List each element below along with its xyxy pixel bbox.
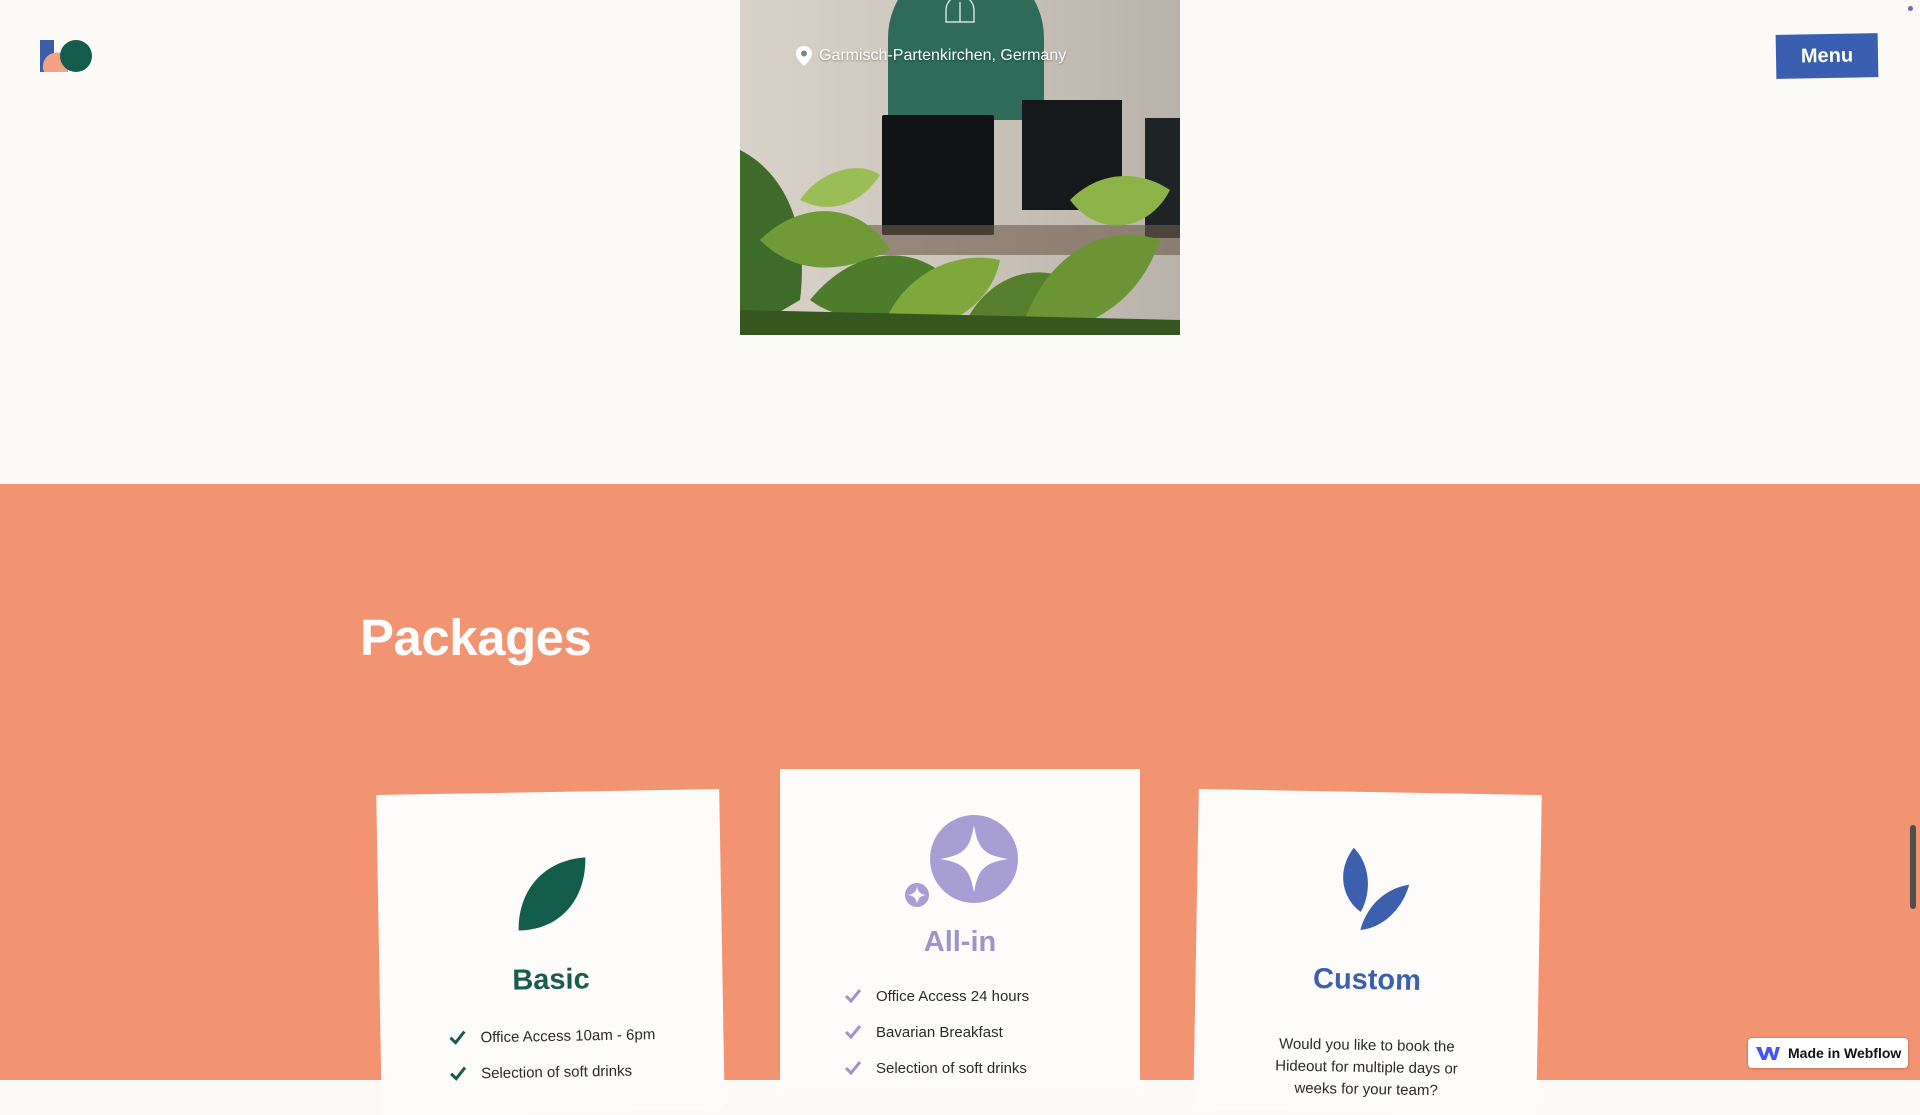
feature-text: Bavarian Breakfast — [876, 1023, 1003, 1041]
feature-list: Office Access 24 hours Bavarian Breakfas… — [844, 978, 1029, 1086]
check-icon — [844, 1061, 862, 1076]
list-item: Bavarian Breakfast — [844, 1014, 1029, 1050]
package-card-custom[interactable]: Custom Would you like to book the Hideou… — [1193, 789, 1542, 1115]
package-description: Would you like to book the Hideout for m… — [1275, 1035, 1458, 1100]
check-icon — [449, 1030, 466, 1045]
package-card-basic[interactable]: Basic Office Access 10am - 6pm Selection… — [376, 789, 725, 1115]
indicator-dot — [1908, 6, 1913, 11]
menu-button[interactable]: Menu — [1775, 33, 1879, 79]
scrollbar-thumb[interactable] — [1910, 825, 1916, 909]
list-item: Selection of soft drinks — [449, 1052, 656, 1092]
section-title: Packages — [360, 609, 592, 666]
packages-section: Packages Basic Office Access 10am - 6pm … — [0, 484, 1920, 1115]
leaf-icon — [518, 857, 586, 931]
feature-text: Office Access 10am - 6pm — [480, 1025, 656, 1046]
feature-list: Office Access 10am - 6pm Selection of so… — [448, 1016, 656, 1092]
badge-label: Made in Webflow — [1788, 1045, 1902, 1061]
brand-logo[interactable] — [38, 36, 94, 76]
check-icon — [844, 1025, 862, 1040]
sparkle-icon — [905, 815, 1018, 907]
arch-logo-icon — [945, 0, 975, 23]
check-icon — [450, 1066, 467, 1081]
package-title: All-in — [923, 926, 997, 958]
list-item: Office Access 10am - 6pm — [448, 1016, 655, 1056]
webflow-logo-icon — [1756, 1047, 1780, 1060]
list-item: Selection of soft drinks — [844, 1050, 1029, 1086]
package-card-allin[interactable]: All-in Office Access 24 hours Bavarian B… — [780, 769, 1140, 1089]
twin-leaves-icon — [1343, 847, 1410, 930]
feature-text: Selection of soft drinks — [480, 1062, 633, 1082]
feature-text: Selection of soft drinks — [876, 1059, 1027, 1077]
brand-logo-icon — [40, 40, 92, 72]
map-pin-icon — [796, 46, 812, 66]
package-title: Basic — [512, 963, 590, 997]
made-in-webflow-badge[interactable]: Made in Webflow — [1748, 1038, 1908, 1068]
list-item: Office Access 24 hours — [844, 978, 1029, 1014]
location-label: Garmisch-Partenkirchen, Germany — [796, 46, 1066, 66]
check-icon — [844, 989, 862, 1004]
package-title: Custom — [1312, 963, 1422, 997]
feature-text: Office Access 24 hours — [876, 987, 1030, 1005]
location-text: Garmisch-Partenkirchen, Germany — [819, 47, 1067, 64]
